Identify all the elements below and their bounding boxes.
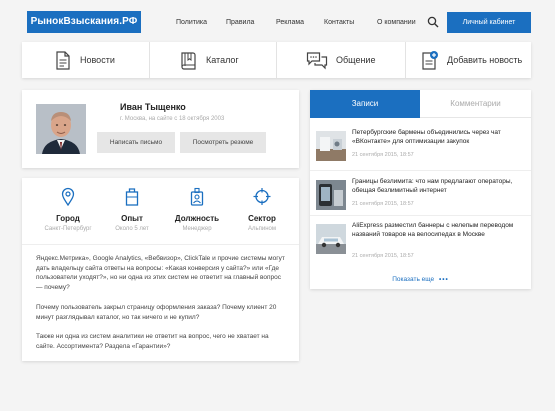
nav-link-rules[interactable]: Правила: [226, 19, 254, 26]
category-communication[interactable]: Общение: [306, 42, 375, 78]
fact-value: Санкт-Петербург: [44, 226, 92, 232]
feed-item-title: Границы безлимита: что нам предлагают оп…: [352, 178, 513, 194]
divider: [276, 42, 277, 78]
category-bar: Новости Каталог Общение Добавить новость: [22, 42, 531, 78]
fact-title: Должность: [174, 214, 220, 223]
fact-position: Должность Менеджер: [165, 186, 229, 232]
show-more-link[interactable]: Показать еще •••: [310, 276, 531, 283]
search-icon[interactable]: [427, 16, 439, 28]
show-more-label: Показать еще: [392, 276, 435, 283]
add-document-icon: [421, 50, 439, 70]
divider: [405, 42, 406, 78]
profile-details-card: Город Санкт-Петербург Опыт Около 5 лет Д…: [22, 178, 299, 361]
nav-link-politics[interactable]: Политика: [176, 19, 207, 26]
feed-item-date: 21 сентября 2015, 18:57: [352, 201, 414, 207]
divider: [149, 42, 150, 78]
feed-item-date: 21 сентября 2015, 18:57: [352, 253, 414, 259]
about-paragraph: Почему пользователь закрыл страницу офор…: [36, 304, 277, 321]
category-label: Новости: [80, 55, 115, 65]
profile-meta: г. Москва, на сайте с 18 октября 2003: [120, 116, 225, 122]
top-bar: РынокВзыскания.РФ Политика Правила Рекла…: [0, 0, 555, 42]
fact-value: Альпином: [247, 226, 276, 232]
document-icon: [54, 50, 72, 70]
target-icon: [230, 186, 294, 206]
avatar: [36, 104, 86, 154]
feed-item[interactable]: Петербургские бармены объединились через…: [316, 128, 525, 172]
about-paragraph: Также ни одна из систем аналитики не отв…: [36, 333, 269, 350]
fact-city: Город Санкт-Петербург: [36, 186, 100, 232]
divider: [420, 117, 531, 118]
fact-title: Опыт: [121, 214, 143, 223]
news-thumbnail: [316, 224, 346, 254]
fact-value: Менеджер: [182, 226, 212, 232]
category-add-news[interactable]: Добавить новость: [421, 42, 522, 78]
chat-icon: [306, 50, 328, 70]
fact-value: Около 5 лет: [115, 226, 149, 232]
personal-cabinet-button[interactable]: Личный кабинет: [447, 12, 531, 33]
feed-item-date: 21 сентября 2015, 18:57: [352, 152, 414, 158]
location-pin-icon: [36, 186, 100, 206]
more-dots-icon: •••: [438, 276, 449, 283]
briefcase-icon: [100, 186, 164, 206]
category-label: Добавить новость: [447, 55, 523, 65]
tab-comments[interactable]: Комментарии: [420, 90, 531, 118]
nav-link-contacts[interactable]: Контакты: [324, 19, 354, 26]
fact-title: Сектор: [248, 214, 276, 223]
news-thumbnail: [316, 180, 346, 210]
person-badge-icon: [165, 186, 229, 206]
category-news[interactable]: Новости: [54, 42, 115, 78]
divider: [22, 244, 299, 245]
book-icon: [180, 50, 198, 70]
nav-link-ads[interactable]: Реклама: [276, 19, 304, 26]
divider: [310, 170, 531, 171]
profile-name: Иван Тыщенко: [120, 102, 186, 112]
view-resume-button[interactable]: Посмотреть резюме: [180, 132, 266, 153]
tab-posts[interactable]: Записи: [310, 90, 420, 118]
write-letter-button[interactable]: Написать письмо: [97, 132, 175, 153]
category-catalog[interactable]: Каталог: [180, 42, 239, 78]
category-label: Каталог: [206, 55, 239, 65]
fact-title: Город: [56, 214, 80, 223]
feed-item-title: AliExpress разместил баннеры с нелепым п…: [352, 222, 514, 238]
feed-item-title: Петербургские бармены объединились через…: [352, 129, 501, 145]
about-paragraph: Яндекс.Метрика», Google Analytics, «Вебв…: [36, 255, 285, 291]
nav-link-about[interactable]: О компании: [377, 19, 416, 26]
news-thumbnail: [316, 131, 346, 161]
profile-card: Иван Тыщенко г. Москва, на сайте с 18 ок…: [22, 90, 299, 168]
divider: [310, 215, 531, 216]
category-label: Общение: [336, 55, 376, 65]
feed-item[interactable]: AliExpress разместил баннеры с нелепым п…: [316, 221, 525, 265]
fact-sector: Сектор Альпином: [230, 186, 294, 232]
feed-panel: Записи Комментарии Петербургские бармены…: [310, 90, 531, 289]
fact-experience: Опыт Около 5 лет: [100, 186, 164, 232]
site-logo[interactable]: РынокВзыскания.РФ: [27, 11, 141, 33]
